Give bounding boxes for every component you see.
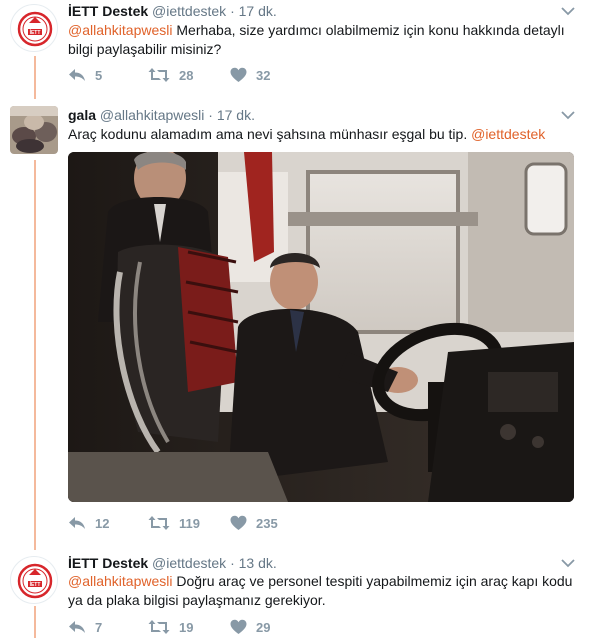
display-name[interactable]: İETT Destek <box>68 555 148 571</box>
like-icon <box>230 619 247 634</box>
reply-icon <box>69 621 85 633</box>
chevron-down-icon[interactable] <box>561 110 575 120</box>
reply-button[interactable]: 5 <box>68 65 102 85</box>
like-count: 29 <box>256 619 271 635</box>
mention-link[interactable]: @allahkitapwesli <box>68 22 172 38</box>
retweet-icon <box>148 620 170 634</box>
iett-avatar[interactable]: İETT <box>10 4 58 52</box>
like-icon <box>230 515 247 530</box>
timestamp[interactable]: 13 dk. <box>239 555 277 571</box>
like-button[interactable]: 29 <box>230 617 270 637</box>
reply-count: 7 <box>95 619 103 635</box>
tweet-actions: 7 19 29 <box>68 617 308 637</box>
tweet-text: @allahkitapwesli Merhaba, size yardımcı … <box>68 21 578 59</box>
logo-text: İETT <box>30 29 41 36</box>
user-handle[interactable]: @iettdestek <box>152 555 226 571</box>
timestamp[interactable]: 17 dk. <box>217 107 255 123</box>
mention-link[interactable]: @iettdestek <box>471 126 545 142</box>
reply-button[interactable]: 7 <box>68 617 102 637</box>
display-name[interactable]: İETT Destek <box>68 3 148 19</box>
profile-photo-icon <box>10 106 58 154</box>
logo-text: İETT <box>30 581 41 588</box>
tweet-header: gala @allahkitapwesli · 17 dk. <box>68 106 255 124</box>
separator: · <box>208 107 213 123</box>
tweet-text: @allahkitapwesli Doğru araç ve personel … <box>68 572 578 610</box>
tweet-photo[interactable] <box>68 152 574 502</box>
bus-driver-photo <box>68 152 574 502</box>
retweet-icon <box>148 516 170 530</box>
like-button[interactable]: 235 <box>230 513 278 533</box>
display-name[interactable]: gala <box>68 107 96 123</box>
retweet-count: 19 <box>179 619 194 635</box>
retweet-button[interactable]: 119 <box>148 513 200 533</box>
like-count: 32 <box>256 67 271 83</box>
iett-logo-icon: İETT <box>17 563 53 599</box>
reply-count: 5 <box>95 67 103 83</box>
retweet-button[interactable]: 28 <box>148 65 193 85</box>
iett-avatar[interactable]: İETT <box>10 556 58 604</box>
retweet-button[interactable]: 19 <box>148 617 193 637</box>
tweet-header: İETT Destek @iettdestek · 13 dk. <box>68 554 277 572</box>
tweet-header: İETT Destek @iettdestek · 17 dk. <box>68 2 277 20</box>
chevron-down-icon[interactable] <box>561 6 575 16</box>
tweet-body: Araç kodunu alamadım ama nevi şahsına mü… <box>68 126 472 142</box>
separator: · <box>230 3 235 19</box>
retweet-count: 119 <box>179 515 200 531</box>
retweet-icon <box>148 68 170 82</box>
iett-logo-icon: İETT <box>17 11 53 47</box>
mention-link[interactable]: @allahkitapwesli <box>68 573 172 589</box>
user-handle[interactable]: @iettdestek <box>152 3 226 19</box>
tweet-1[interactable]: İETT İETT Destek @iettdestek · 17 dk. @a… <box>0 0 597 96</box>
like-count: 235 <box>256 515 278 531</box>
chevron-down-icon[interactable] <box>561 558 575 568</box>
timestamp[interactable]: 17 dk. <box>239 3 277 19</box>
separator: · <box>230 555 235 571</box>
tweet-actions: 12 119 235 <box>68 513 308 533</box>
reply-icon <box>69 517 85 529</box>
like-button[interactable]: 32 <box>230 65 270 85</box>
reply-count: 12 <box>95 515 110 531</box>
tweet-actions: 5 28 32 <box>68 65 308 85</box>
like-icon <box>230 67 247 82</box>
tweet-text: Araç kodunu alamadım ama nevi şahsına mü… <box>68 125 578 144</box>
gala-avatar[interactable] <box>10 106 58 154</box>
reply-icon <box>69 69 85 81</box>
reply-button[interactable]: 12 <box>68 513 109 533</box>
user-handle[interactable]: @allahkitapwesli <box>100 107 204 123</box>
tweet-3[interactable]: İETT İETT Destek @iettdestek · 13 dk. @a… <box>0 546 597 638</box>
retweet-count: 28 <box>179 67 194 83</box>
